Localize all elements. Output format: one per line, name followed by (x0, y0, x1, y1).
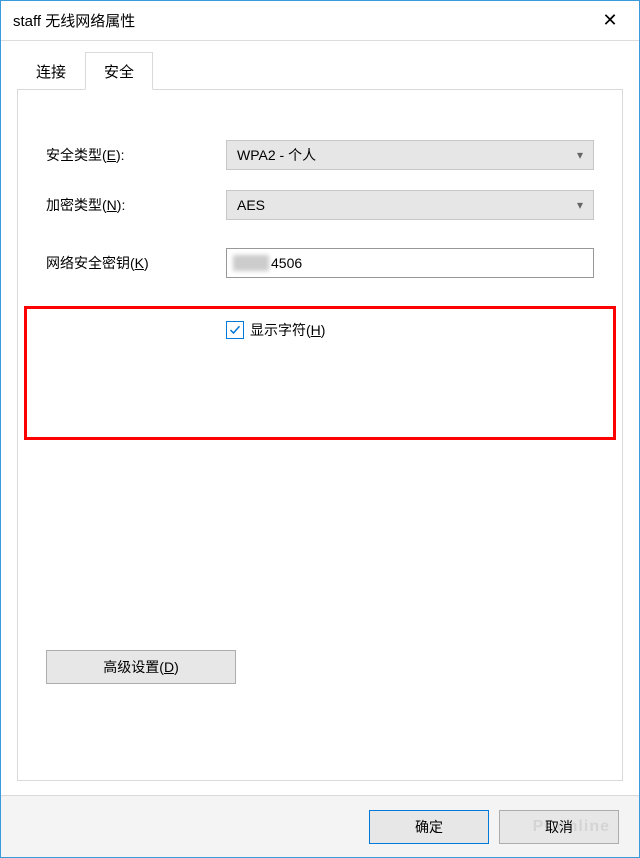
show-characters-label: 显示字符(H) (250, 320, 325, 340)
close-button[interactable]: ✕ (585, 2, 635, 40)
advanced-settings-label: 高级设置(D) (103, 657, 178, 677)
network-key-value: 4506 (271, 255, 302, 271)
ok-button-label: 确定 (415, 817, 443, 837)
encryption-type-row: 加密类型(N): AES ▾ (46, 190, 594, 220)
network-key-input[interactable]: 4506 (226, 248, 594, 278)
advanced-settings-row: 高级设置(D) (46, 650, 594, 684)
window-title: staff 无线网络属性 (13, 10, 135, 31)
redacted-prefix (233, 255, 269, 271)
chevron-down-icon: ▾ (577, 148, 583, 162)
tab-connection[interactable]: 连接 (17, 52, 85, 90)
wifi-properties-dialog: staff 无线网络属性 ✕ 连接 安全 安全类型(E): WPA2 - 个人 (0, 0, 640, 858)
advanced-settings-button[interactable]: 高级设置(D) (46, 650, 236, 684)
cancel-button-label: 取消 (545, 817, 573, 837)
dialog-footer: 确定 取消 PConline (1, 795, 639, 857)
tab-security-label: 安全 (104, 64, 134, 81)
checkmark-icon (229, 324, 241, 336)
show-characters-checkbox[interactable] (226, 321, 244, 339)
cancel-button[interactable]: 取消 (499, 810, 619, 844)
tab-strip: 连接 安全 (17, 51, 623, 89)
encryption-type-label: 加密类型(N): (46, 195, 226, 215)
security-type-select[interactable]: WPA2 - 个人 ▾ (226, 140, 594, 170)
titlebar: staff 无线网络属性 ✕ (1, 1, 639, 41)
security-type-value: WPA2 - 个人 (237, 145, 316, 165)
encryption-type-value: AES (237, 197, 265, 213)
security-type-row: 安全类型(E): WPA2 - 个人 ▾ (46, 140, 594, 170)
content-area: 连接 安全 安全类型(E): WPA2 - 个人 ▾ 加密类型 (1, 41, 639, 795)
ok-button[interactable]: 确定 (369, 810, 489, 844)
encryption-type-select[interactable]: AES ▾ (226, 190, 594, 220)
close-icon: ✕ (602, 10, 617, 31)
chevron-down-icon: ▾ (577, 198, 583, 212)
security-type-label: 安全类型(E): (46, 145, 226, 165)
network-key-row: 网络安全密钥(K) 4506 (46, 248, 594, 278)
show-characters-row: 显示字符(H) (226, 320, 594, 340)
tab-panel-security: 安全类型(E): WPA2 - 个人 ▾ 加密类型(N): AES ▾ (17, 89, 623, 781)
tab-security[interactable]: 安全 (85, 52, 153, 90)
tab-connection-label: 连接 (36, 64, 66, 81)
network-key-label: 网络安全密钥(K) (46, 253, 226, 273)
